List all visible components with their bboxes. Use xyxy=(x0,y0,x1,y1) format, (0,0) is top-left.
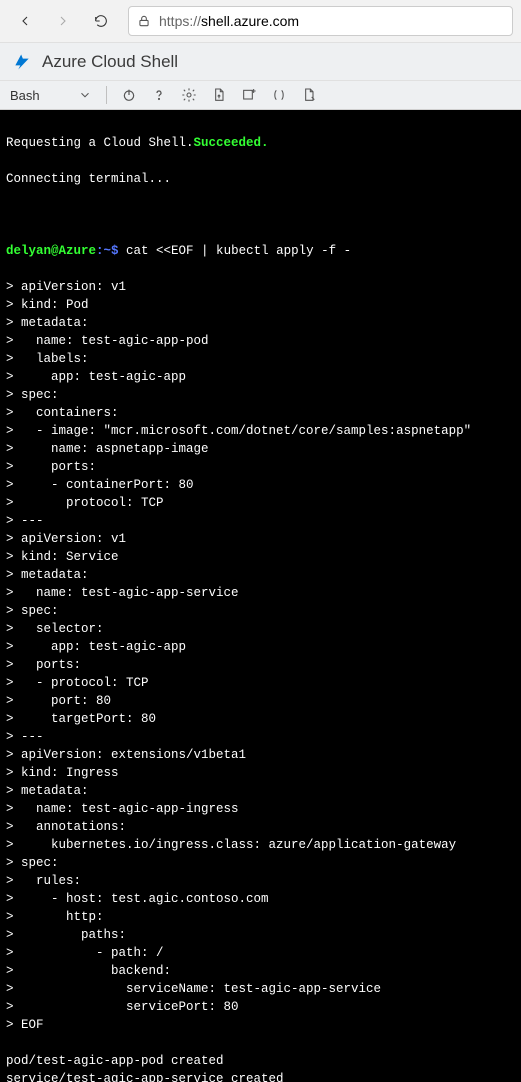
terminal-output[interactable]: Requesting a Cloud Shell.Succeeded. Conn… xyxy=(0,110,521,1082)
header-bar: Azure Cloud Shell xyxy=(0,42,521,80)
address-bar[interactable]: https://shell.azure.com xyxy=(128,6,513,36)
url-text: https://shell.azure.com xyxy=(159,13,299,29)
terminal-line: > - protocol: TCP xyxy=(6,674,515,692)
settings-icon[interactable] xyxy=(181,87,197,103)
divider xyxy=(106,86,107,104)
terminal-line: > backend: xyxy=(6,962,515,980)
terminal-line: > apiVersion: extensions/v1beta1 xyxy=(6,746,515,764)
terminal-line: > port: 80 xyxy=(6,692,515,710)
terminal-line: Requesting a Cloud Shell.Succeeded. xyxy=(6,134,515,152)
terminal-line: > annotations: xyxy=(6,818,515,836)
terminal-line: > labels: xyxy=(6,350,515,368)
terminal-line: Connecting terminal... xyxy=(6,170,515,188)
terminal-line: > spec: xyxy=(6,386,515,404)
terminal-line: > containers: xyxy=(6,404,515,422)
terminal-line: service/test-agic-app-service created xyxy=(6,1070,515,1082)
terminal-line: > - host: test.agic.contoso.com xyxy=(6,890,515,908)
terminal-line: > --- xyxy=(6,728,515,746)
terminal-line: > spec: xyxy=(6,854,515,872)
help-icon[interactable] xyxy=(151,87,167,103)
terminal-line: > ports: xyxy=(6,656,515,674)
terminal-line: > ports: xyxy=(6,458,515,476)
terminal-line: > serviceName: test-agic-app-service xyxy=(6,980,515,998)
new-session-icon[interactable] xyxy=(241,87,257,103)
terminal-line: > rules: xyxy=(6,872,515,890)
terminal-line: pod/test-agic-app-pod created xyxy=(6,1052,515,1070)
terminal-line: > metadata: xyxy=(6,314,515,332)
terminal-line: > apiVersion: v1 xyxy=(6,278,515,296)
refresh-button[interactable] xyxy=(84,4,118,38)
chevron-down-icon xyxy=(78,88,92,102)
shell-type-dropdown[interactable]: Bash xyxy=(10,88,92,103)
terminal-line: > metadata: xyxy=(6,782,515,800)
terminal-line: > http: xyxy=(6,908,515,926)
terminal-line: > kind: Service xyxy=(6,548,515,566)
shell-type-label: Bash xyxy=(10,88,40,103)
page-title: Azure Cloud Shell xyxy=(42,52,178,72)
terminal-line: > - path: / xyxy=(6,944,515,962)
browser-nav-bar: https://shell.azure.com xyxy=(0,0,521,42)
terminal-prompt-line: delyan@Azure:~$ cat <<EOF | kubectl appl… xyxy=(6,242,515,260)
lock-icon xyxy=(137,14,151,28)
power-icon[interactable] xyxy=(121,87,137,103)
terminal-line: > --- xyxy=(6,512,515,530)
terminal-line: > app: test-agic-app xyxy=(6,638,515,656)
terminal-line: > name: test-agic-app-service xyxy=(6,584,515,602)
editor-icon[interactable] xyxy=(271,87,287,103)
upload-file-icon[interactable] xyxy=(211,87,227,103)
terminal-line: > name: aspnetapp-image xyxy=(6,440,515,458)
back-button[interactable] xyxy=(8,4,42,38)
terminal-line: > kind: Pod xyxy=(6,296,515,314)
terminal-line: > name: test-agic-app-ingress xyxy=(6,800,515,818)
terminal-line xyxy=(6,206,515,224)
terminal-line: > EOF xyxy=(6,1016,515,1034)
terminal-line: > kind: Ingress xyxy=(6,764,515,782)
terminal-line: > servicePort: 80 xyxy=(6,998,515,1016)
terminal-line: > spec: xyxy=(6,602,515,620)
terminal-line: > apiVersion: v1 xyxy=(6,530,515,548)
terminal-line: > targetPort: 80 xyxy=(6,710,515,728)
terminal-line: > kubernetes.io/ingress.class: azure/app… xyxy=(6,836,515,854)
terminal-line: > paths: xyxy=(6,926,515,944)
terminal-line: > name: test-agic-app-pod xyxy=(6,332,515,350)
azure-logo-icon xyxy=(12,52,32,72)
terminal-line: > selector: xyxy=(6,620,515,638)
terminal-line: > - containerPort: 80 xyxy=(6,476,515,494)
terminal-line: > - image: "mcr.microsoft.com/dotnet/cor… xyxy=(6,422,515,440)
forward-button[interactable] xyxy=(46,4,80,38)
shell-toolbar: Bash xyxy=(0,80,521,110)
web-preview-icon[interactable] xyxy=(301,87,317,103)
terminal-line: > app: test-agic-app xyxy=(6,368,515,386)
terminal-line: > metadata: xyxy=(6,566,515,584)
terminal-line: > protocol: TCP xyxy=(6,494,515,512)
